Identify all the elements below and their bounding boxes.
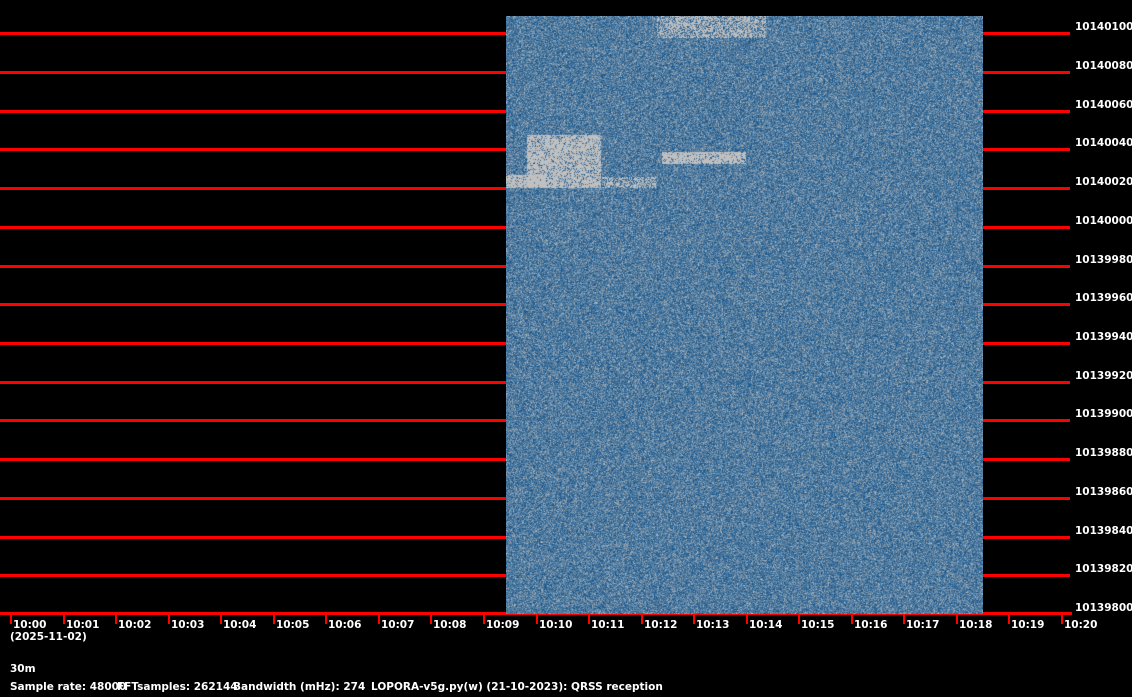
frequency-label: 10140100 [1075,21,1132,33]
time-label: 10:18 [959,619,992,631]
frequency-label: 10139800 [1075,602,1132,614]
time-tick [10,614,12,624]
time-label: 10:13 [696,619,729,631]
time-tick [483,614,485,624]
time-label: 10:19 [1011,619,1044,631]
sample-rate: Sample rate: 48000 [10,681,126,693]
time-label: 10:00 [13,619,46,631]
frequency-label: 10139960 [1075,292,1132,304]
time-label: 10:14 [749,619,782,631]
frequency-label: 10140000 [1075,215,1132,227]
time-tick [903,614,905,624]
time-label: 10:10 [539,619,572,631]
time-tick [746,614,748,624]
band-label: 30m [10,663,36,675]
time-tick [378,614,380,624]
time-label: 10:07 [381,619,414,631]
time-label: 10:02 [118,619,151,631]
frequency-label: 10140080 [1075,60,1132,72]
frequency-label: 10139940 [1075,331,1132,343]
time-label: 10:06 [328,619,361,631]
time-label: 10:15 [801,619,834,631]
time-label: 10:01 [66,619,99,631]
time-tick [115,614,117,624]
frequency-label: 10139880 [1075,447,1132,459]
frequency-label: 10139860 [1075,486,1132,498]
time-tick [956,614,958,624]
frequency-label: 10140040 [1075,137,1132,149]
frequency-label: 10139920 [1075,370,1132,382]
time-tick [430,614,432,624]
time-tick [273,614,275,624]
frequency-label: 10140020 [1075,176,1132,188]
time-tick [588,614,590,624]
frequency-label: 10139820 [1075,563,1132,575]
time-tick [536,614,538,624]
time-tick [220,614,222,624]
time-label: 10:08 [433,619,466,631]
time-label: 10:11 [591,619,624,631]
time-tick [693,614,695,624]
frequency-label: 10139840 [1075,525,1132,537]
time-label: 10:03 [171,619,204,631]
time-tick [325,614,327,624]
time-label: 10:04 [223,619,256,631]
frequency-label: 10139980 [1075,254,1132,266]
time-label: 10:09 [486,619,519,631]
time-tick [641,614,643,624]
fft-samples: FFTsamples: 262144 [117,681,238,693]
program-info: LOPORA-v5g.py(w) (21-10-2023): QRSS rece… [371,681,663,693]
time-label: 10:20 [1064,619,1097,631]
time-tick [1061,614,1063,624]
time-label: 10:05 [276,619,309,631]
time-tick [798,614,800,624]
frequency-label: 10139900 [1075,408,1132,420]
frequency-label: 10140060 [1075,99,1132,111]
date-label: (2025-11-02) [10,631,87,643]
time-tick [851,614,853,624]
bandwidth: Bandwidth (mHz): 274 [233,681,365,693]
time-tick [168,614,170,624]
time-tick [1008,614,1010,624]
time-label: 10:16 [854,619,887,631]
waterfall-spectrogram [506,16,983,614]
time-label: 10:17 [906,619,939,631]
time-tick [63,614,65,624]
time-label: 10:12 [644,619,677,631]
